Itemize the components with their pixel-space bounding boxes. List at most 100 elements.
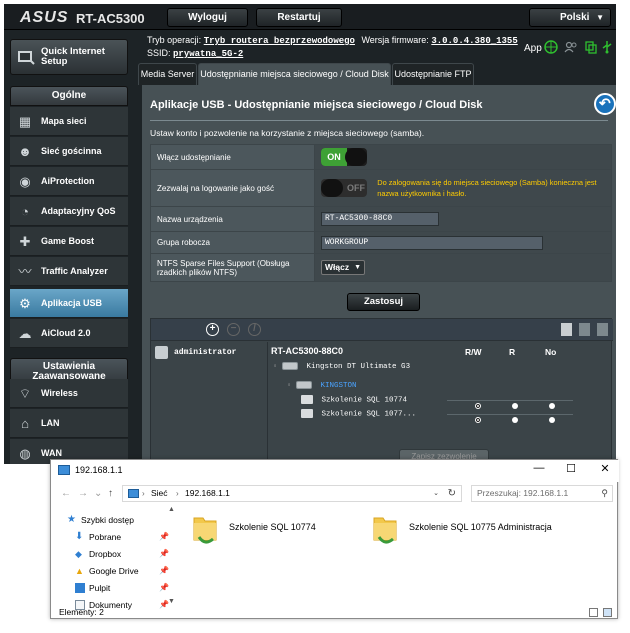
edit-user-icon[interactable]: / (248, 323, 261, 336)
search-input[interactable]: Przeszukaj: 192.168.1.1 ⚲ (471, 485, 613, 502)
firmware-link[interactable]: 3.0.0.4.380_1355 (431, 36, 517, 46)
details-view-icon[interactable] (589, 608, 598, 617)
toggle-state: OFF (347, 183, 365, 193)
main-panel: Aplikacje USB - Udostępnianie miejsca si… (142, 85, 616, 464)
add-user-icon[interactable]: + (206, 323, 219, 336)
ntfs-sparse-value: Włącz (325, 262, 350, 272)
sidebar-item-guest-network[interactable]: ☻ Sieć gościnna (10, 137, 128, 166)
sidebar-item-label: AiProtection (41, 176, 95, 186)
tree-folder-row[interactable]: Szkolenie SQL 10774 (301, 395, 407, 404)
sidebar-item-network-map[interactable]: ▦ Mapa sieci (10, 107, 128, 136)
radio-r-folder-1[interactable] (512, 403, 518, 409)
usb-drive-icon (282, 362, 299, 370)
chevron-down-icon[interactable]: ⌄ (433, 486, 439, 501)
nav-item-quick-access[interactable]: ★ Szybki dostęp (57, 514, 169, 528)
download-icon: ⬇ (75, 531, 84, 542)
router-admin-panel: ASUS RT-AC5300 Wyloguj Restartuj Polski … (4, 4, 616, 464)
tree-partition-row[interactable]: ▫ KINGSTON (287, 381, 357, 390)
logout-button[interactable]: Wyloguj (167, 8, 248, 27)
sidebar-item-aiprotection[interactable]: ◉ AiProtection (10, 167, 128, 196)
remove-user-icon[interactable]: − (227, 323, 240, 336)
ssid-link[interactable]: prywatna_5G-2 (173, 49, 243, 59)
ntfs-sparse-select[interactable]: Włącz ▼ (321, 260, 365, 275)
tab-ftp-share[interactable]: Udostępnianie FTP (392, 63, 474, 85)
quick-internet-setup-button[interactable]: Quick Internet Setup (10, 39, 128, 75)
sidebar-item-traffic-analyzer[interactable]: 〰 Traffic Analyzer (10, 257, 128, 286)
radio-no-folder-1[interactable] (549, 403, 555, 409)
sidebar-item-qos[interactable]: ◔ Adaptacyjny QoS (10, 197, 128, 226)
radio-no-folder-2[interactable] (549, 417, 555, 423)
shared-folder-name: Szkolenie SQL 10775 Administracja (409, 522, 552, 532)
workgroup-label: Grupa robocza (150, 231, 315, 254)
nav-item-downloads[interactable]: ⬇ Pobrane 📌 (57, 531, 169, 545)
sidebar-item-wireless[interactable]: ⌔ Wireless (10, 379, 128, 408)
workgroup-input[interactable]: WORKGROUP (321, 235, 543, 250)
reboot-button[interactable]: Restartuj (256, 8, 342, 27)
app-label[interactable]: App (524, 43, 542, 54)
usb-icon[interactable] (600, 40, 614, 54)
op-mode-link[interactable]: Tryb routera bezprzewodowego (204, 36, 355, 46)
scroll-down-icon[interactable]: ▼ (168, 598, 175, 605)
edit-folder-icon[interactable] (597, 323, 608, 336)
settings-table: Włącz udostępnianie ON Zezwalaj na logow… (150, 144, 612, 282)
guest-login-toggle[interactable]: OFF (321, 179, 367, 197)
close-icon[interactable]: ✕ (595, 462, 615, 475)
forward-arrow-icon[interactable]: → (78, 488, 88, 499)
window-titlebar: 192.168.1.1 — ☐ ✕ (51, 460, 619, 482)
language-select[interactable]: Polski ▼ (529, 8, 611, 27)
nav-item-desktop[interactable]: Pulpit 📌 (57, 582, 169, 596)
partition-name: KINGSTON (320, 381, 357, 390)
tab-network-place-cloud-disk[interactable]: Udostępnianie miejsca sieciowego / Cloud… (198, 63, 391, 85)
nav-item-label: Google Drive (89, 566, 139, 576)
enable-sharing-cell: ON (314, 144, 612, 170)
sidebar-item-aicloud[interactable]: ☁ AiCloud 2.0 (10, 319, 128, 348)
sidebar-item-lan[interactable]: ⌂ LAN (10, 409, 128, 438)
address-bar[interactable]: › Sieć › 192.168.1.1 ⌄ ↻ (122, 485, 462, 502)
quick-setup-icon (18, 51, 35, 65)
minimize-icon[interactable]: — (529, 462, 549, 474)
delete-folder-icon[interactable] (579, 323, 590, 336)
radio-r-folder-2[interactable] (512, 417, 518, 423)
apply-button[interactable]: Zastosuj (347, 293, 420, 311)
tab-media-server[interactable]: Media Server (138, 63, 197, 85)
tree-drive-row[interactable]: ▫ Kingston DT Ultimate G3 (273, 362, 410, 371)
recent-chevron-icon[interactable]: ⌄ (94, 488, 102, 499)
permissions-box: + − / administrator RT-AC5300-88C0 R/W R… (150, 318, 613, 464)
radio-rw-folder-1[interactable] (475, 403, 481, 409)
nav-item-dropbox[interactable]: ◆ Dropbox 📌 (57, 548, 169, 562)
sidebar-item-label: Adaptacyjny QoS (41, 206, 116, 216)
add-folder-icon[interactable] (561, 323, 572, 336)
shared-folder-icon (373, 517, 397, 544)
sidebar-item-usb-application[interactable]: ⚙ Aplikacja USB (10, 289, 128, 318)
sidebar-item-label: Mapa sieci (41, 116, 87, 126)
list-item[interactable]: administrator (155, 346, 265, 360)
copy-icon[interactable] (584, 40, 598, 54)
breadcrumb-network[interactable]: Sieć (151, 486, 168, 501)
refresh-icon[interactable]: ↻ (448, 486, 456, 501)
firmware-label: Wersja firmware: (361, 35, 429, 45)
users-icon[interactable] (564, 40, 578, 54)
sidebar-item-label: Game Boost (41, 236, 95, 246)
radio-rw-folder-2[interactable] (475, 417, 481, 423)
sidebar-item-game-boost[interactable]: ✚ Game Boost (10, 227, 128, 256)
device-name-input[interactable]: RT-AC5300-88C0 (321, 212, 439, 226)
folder-icon (301, 409, 313, 418)
breadcrumb-host[interactable]: 192.168.1.1 (185, 486, 230, 501)
nav-item-google-drive[interactable]: ▲ Google Drive 📌 (57, 565, 169, 579)
up-arrow-icon[interactable]: ↑ (108, 488, 113, 499)
sidebar-item-label: Wireless (41, 388, 78, 398)
nav-scrollbar[interactable]: ▲ ▼ (167, 506, 177, 610)
large-icons-view-icon[interactable] (603, 608, 612, 617)
back-arrow-icon[interactable]: ← (61, 488, 71, 499)
maximize-icon[interactable]: ☐ (561, 462, 581, 475)
scroll-up-icon[interactable]: ▲ (168, 506, 175, 513)
wan-icon: ◍ (19, 446, 31, 461)
permissions-toolbar: + − / (151, 319, 613, 341)
perm-header-no: No (545, 347, 557, 357)
user-avatar-icon (155, 346, 168, 359)
back-button[interactable]: ↶ (594, 93, 616, 115)
tree-folder-row[interactable]: Szkolenie SQL 1077... (301, 409, 416, 418)
enable-sharing-toggle[interactable]: ON (321, 148, 367, 166)
device-name-cell: RT-AC5300-88C0 (314, 206, 612, 232)
globe-icon[interactable] (544, 40, 558, 54)
